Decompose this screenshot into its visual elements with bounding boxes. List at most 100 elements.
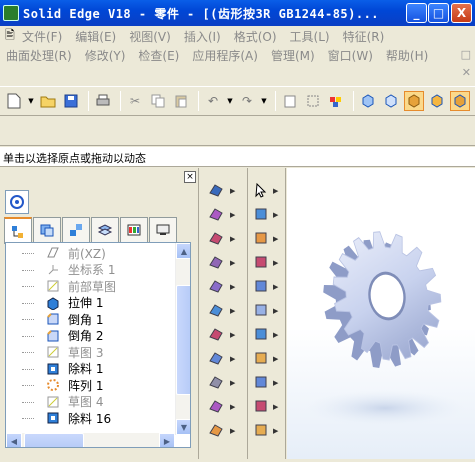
copy-icon[interactable] <box>148 91 168 111</box>
dropdown-arrow-icon[interactable]: ▶ <box>273 427 278 435</box>
menu-tools[interactable]: 工具(L) <box>290 28 330 45</box>
tab-layers[interactable] <box>91 217 119 242</box>
menu-features[interactable]: 特征(R) <box>343 28 385 45</box>
thin-wall-icon[interactable] <box>206 348 226 368</box>
scroll-up-icon[interactable]: ▲ <box>176 243 190 259</box>
menu-modify[interactable]: 修改(Y) <box>85 47 126 64</box>
mdi-restore-icon[interactable]: □ <box>461 48 471 61</box>
pathfinder-settings-icon[interactable] <box>5 190 29 214</box>
tree-horizontal-scrollbar[interactable]: ◀ ▶ <box>6 433 175 447</box>
dropdown-arrow-icon[interactable]: ▶ <box>273 235 278 243</box>
menu-help[interactable]: 帮助(H) <box>386 47 428 64</box>
reference-plane-icon[interactable] <box>251 276 271 296</box>
tab-library[interactable] <box>120 217 148 242</box>
dropdown-arrow-icon[interactable]: ▶ <box>230 283 235 291</box>
helix-icon[interactable] <box>206 372 226 392</box>
open-folder-icon[interactable] <box>38 91 58 111</box>
color-icon[interactable] <box>326 91 346 111</box>
tree-item[interactable]: 草图 4 <box>6 394 174 410</box>
revolved-cutout-icon[interactable] <box>206 276 226 296</box>
document-icon[interactable]: 🖹 <box>2 27 18 47</box>
scroll-thumb[interactable] <box>176 285 190 395</box>
redo-icon[interactable]: ↷ <box>237 91 257 111</box>
scroll-right-icon[interactable]: ▶ <box>159 433 175 447</box>
hole-icon[interactable] <box>206 228 226 248</box>
shaded-visible-edges-icon[interactable] <box>450 91 470 111</box>
coordinate-icon[interactable] <box>251 252 271 272</box>
sweep-icon[interactable] <box>251 420 271 440</box>
close-button[interactable]: X <box>451 3 472 23</box>
attach-icon[interactable] <box>251 396 271 416</box>
tab-features[interactable] <box>33 217 61 242</box>
tree-item[interactable]: 倒角 2 <box>6 328 174 344</box>
shaded-view-icon[interactable] <box>404 91 424 111</box>
scroll-thumb[interactable] <box>24 433 84 447</box>
view-iso-icon[interactable] <box>358 91 378 111</box>
tab-assembly[interactable] <box>62 217 90 242</box>
menu-edit[interactable]: 编辑(E) <box>75 28 116 45</box>
graphics-window[interactable] <box>287 168 475 459</box>
dropdown-arrow-icon[interactable]: ▶ <box>230 427 235 435</box>
select-arrow-icon[interactable] <box>251 180 271 200</box>
dropdown-arrow-icon[interactable]: ▶ <box>230 355 235 363</box>
chamfer-icon[interactable] <box>206 324 226 344</box>
dropdown-arrow-icon[interactable]: ▶ <box>273 331 278 339</box>
maximize-button[interactable]: □ <box>428 3 449 23</box>
tab-feature-tree[interactable] <box>4 217 32 244</box>
dropdown-arrow-icon[interactable]: ▶ <box>273 379 278 387</box>
dropdown-arrow-icon[interactable]: ▶ <box>230 379 235 387</box>
dropdown-arrow-icon[interactable]: ▶ <box>273 187 278 195</box>
tree-item[interactable]: 倒角 1 <box>6 311 174 327</box>
dropdown-arrow-icon[interactable]: ▶ <box>273 259 278 267</box>
view-top-icon[interactable] <box>381 91 401 111</box>
tab-display[interactable] <box>149 217 177 242</box>
print-icon[interactable] <box>93 91 113 111</box>
cutout-icon[interactable] <box>206 252 226 272</box>
mdi-close-icon[interactable]: ✕ <box>462 66 471 79</box>
undo-dropdown-icon[interactable]: ▼ <box>226 91 234 111</box>
scroll-down-icon[interactable]: ▼ <box>176 419 190 435</box>
dropdown-arrow-icon[interactable]: ▶ <box>230 307 235 315</box>
new-file-icon[interactable] <box>4 91 24 111</box>
properties-icon[interactable] <box>280 91 300 111</box>
shaded-edges-view-icon[interactable] <box>427 91 447 111</box>
menu-inspect[interactable]: 检查(E) <box>138 47 179 64</box>
sketch-plane-icon[interactable] <box>251 204 271 224</box>
menu-insert[interactable]: 插入(I) <box>184 28 221 45</box>
dropdown-arrow-icon[interactable]: ▶ <box>230 331 235 339</box>
tree-item[interactable]: 拉伸 1 <box>6 295 174 311</box>
dropdown-arrow-icon[interactable]: ▶ <box>230 235 235 243</box>
pathfinder-close-button[interactable]: × <box>184 171 196 183</box>
menu-surfacing[interactable]: 曲面处理(R) <box>6 47 72 64</box>
tree-item[interactable]: 除料 1 <box>6 361 174 377</box>
part-icon[interactable] <box>251 228 271 248</box>
dropdown-arrow-icon[interactable]: ▶ <box>273 403 278 411</box>
minimize-button[interactable]: _ <box>406 3 427 23</box>
dropdown-arrow-icon[interactable]: ▶ <box>230 403 235 411</box>
dropdown-arrow-icon[interactable]: ▶ <box>273 283 278 291</box>
menu-format[interactable]: 格式(O) <box>234 28 277 45</box>
menu-view[interactable]: 视图(V) <box>129 28 171 45</box>
tree-item[interactable]: 坐标系 1 <box>6 262 174 278</box>
tree-item[interactable]: 阵列 1 <box>6 377 174 393</box>
tree-item[interactable]: 前部草图 <box>6 278 174 294</box>
save-icon[interactable] <box>61 91 81 111</box>
menu-applications[interactable]: 应用程序(A) <box>192 47 258 64</box>
split-icon[interactable] <box>251 372 271 392</box>
scroll-left-icon[interactable]: ◀ <box>6 433 22 447</box>
select-filter-icon[interactable] <box>303 91 323 111</box>
round-icon[interactable] <box>206 300 226 320</box>
tree-vertical-scrollbar[interactable]: ▲ ▼ <box>175 243 190 435</box>
new-dropdown-icon[interactable]: ▼ <box>27 91 35 111</box>
tree-item[interactable]: 前(XZ) <box>6 245 174 261</box>
tree-item[interactable]: 除料 16 <box>6 410 174 426</box>
dropdown-arrow-icon[interactable]: ▶ <box>230 187 235 195</box>
draft-icon[interactable] <box>206 396 226 416</box>
cut-icon[interactable]: ✂ <box>125 91 145 111</box>
undo-icon[interactable]: ↶ <box>203 91 223 111</box>
intersection-icon[interactable] <box>251 300 271 320</box>
revolve-icon[interactable] <box>206 204 226 224</box>
menu-window[interactable]: 窗口(W) <box>328 47 373 64</box>
cube-icon[interactable] <box>251 324 271 344</box>
gear-model[interactable] <box>287 168 475 459</box>
